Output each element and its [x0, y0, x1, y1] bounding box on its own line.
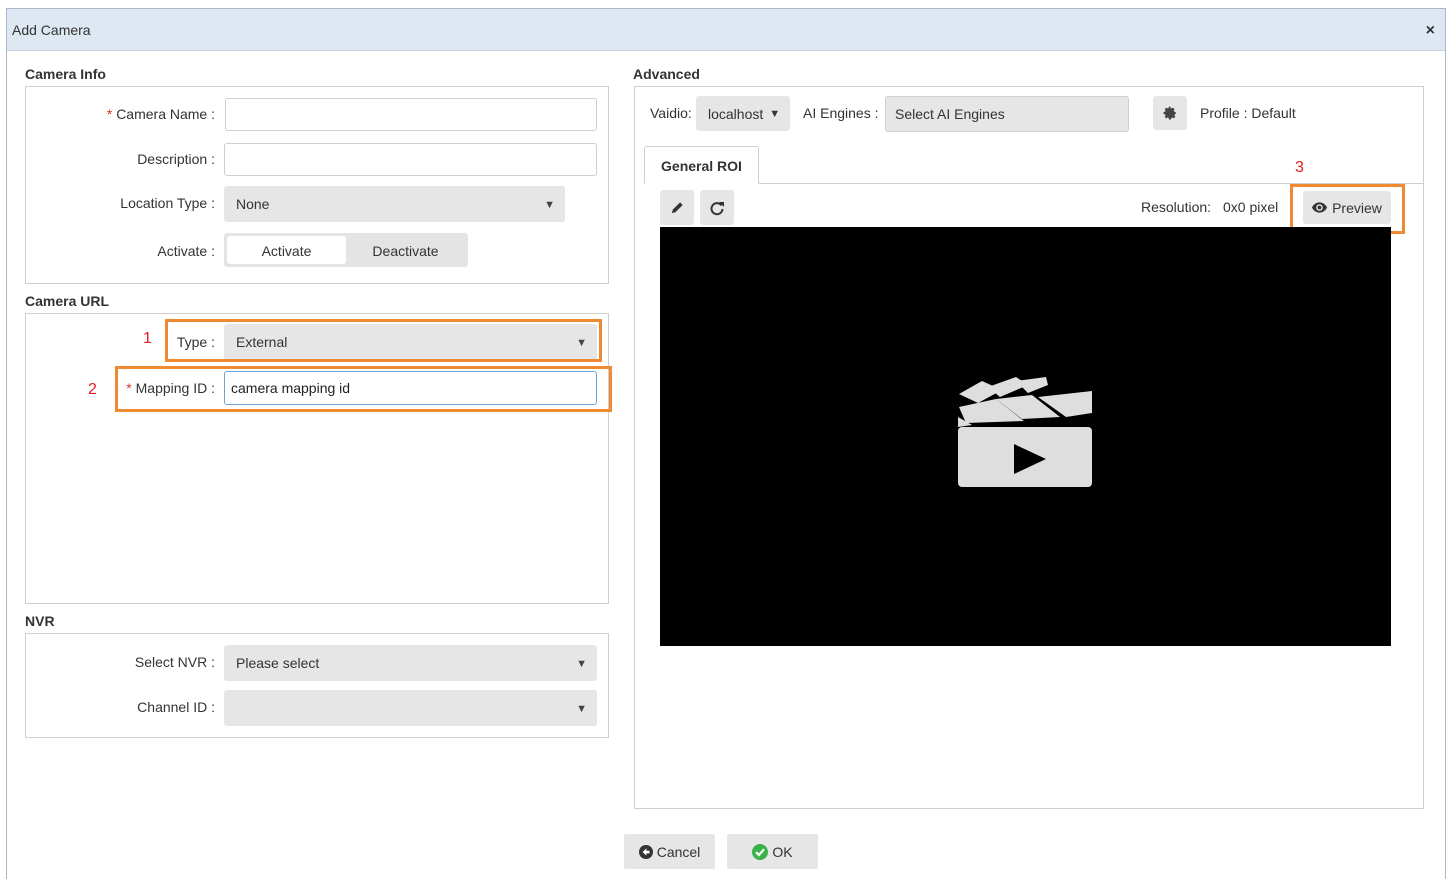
vaidio-label: Vaidio:	[650, 105, 692, 121]
channel-id-label: Channel ID :	[137, 699, 215, 715]
preview-button[interactable]: Preview	[1303, 191, 1391, 224]
mapping-id-label: * Mapping ID :	[126, 380, 215, 396]
annotation-2: 2	[88, 381, 97, 398]
location-type-select[interactable]: None ▼	[224, 186, 565, 222]
caret-down-icon: ▼	[576, 337, 587, 349]
ai-engines-placeholder: Select AI Engines	[895, 106, 1005, 122]
refresh-icon	[710, 201, 724, 215]
url-type-value: External	[236, 334, 288, 350]
description-label: Description :	[137, 151, 215, 167]
vaidio-value: localhost	[708, 105, 764, 122]
caret-down-icon: ▼	[576, 658, 587, 670]
dialog-titlebar: Add Camera ×	[7, 9, 1445, 51]
preview-label: Preview	[1332, 199, 1382, 216]
video-clapper-icon	[958, 377, 1092, 487]
type-label: Type :	[176, 334, 215, 350]
dialog-title: Add Camera	[12, 22, 91, 38]
activate-label: Activate :	[157, 243, 215, 259]
cancel-label: Cancel	[656, 843, 701, 860]
camera-url-title: Camera URL	[25, 293, 110, 309]
activate-toggle: Activate Deactivate	[224, 233, 468, 267]
select-nvr-value: Please select	[236, 655, 320, 671]
gear-icon	[1163, 106, 1176, 120]
camera-info-title: Camera Info	[25, 66, 106, 82]
vaidio-select[interactable]: localhost ▼	[696, 96, 790, 131]
nvr-title: NVR	[25, 613, 55, 629]
activate-option[interactable]: Activate	[227, 236, 346, 264]
ai-engines-label: AI Engines :	[803, 105, 879, 121]
resolution-value: 0x0 pixel	[1223, 199, 1279, 215]
camera-name-input[interactable]	[225, 98, 597, 131]
cancel-arrow-icon	[638, 844, 653, 859]
cancel-button[interactable]: Cancel	[624, 834, 715, 869]
caret-down-icon: ▼	[544, 199, 555, 211]
eye-icon	[1312, 202, 1328, 213]
caret-down-icon: ▼	[769, 107, 781, 120]
deactivate-option[interactable]: Deactivate	[346, 236, 465, 264]
ok-label: OK	[772, 843, 793, 860]
mapping-id-input[interactable]	[224, 371, 597, 405]
resolution-label: Resolution:	[1141, 199, 1212, 215]
video-preview-area	[660, 227, 1391, 646]
close-icon[interactable]: ×	[1426, 23, 1435, 39]
profile-text: Profile : Default	[1200, 105, 1296, 121]
tab-general-roi[interactable]: General ROI	[644, 146, 759, 184]
annotation-3: 3	[1295, 159, 1304, 176]
refresh-button[interactable]	[700, 190, 734, 225]
caret-down-icon: ▼	[576, 703, 587, 715]
url-type-select[interactable]: External ▼	[224, 324, 597, 360]
location-type-value: None	[236, 196, 270, 212]
tab-divider	[644, 183, 1424, 184]
select-nvr-select[interactable]: Please select ▼	[224, 645, 597, 681]
location-type-label: Location Type :	[120, 195, 215, 211]
camera-name-label: * Camera Name :	[106, 106, 215, 122]
annotation-1: 1	[143, 330, 152, 347]
description-input[interactable]	[224, 143, 597, 176]
gear-button[interactable]	[1153, 96, 1187, 130]
advanced-title: Advanced	[633, 66, 700, 82]
ai-engines-select[interactable]: Select AI Engines	[885, 96, 1129, 132]
ok-button[interactable]: OK	[727, 834, 818, 869]
check-icon	[752, 843, 769, 860]
channel-id-select[interactable]: ▼	[224, 690, 597, 726]
pencil-icon	[671, 201, 683, 213]
select-nvr-label: Select NVR :	[134, 654, 215, 670]
edit-button[interactable]	[660, 190, 694, 225]
